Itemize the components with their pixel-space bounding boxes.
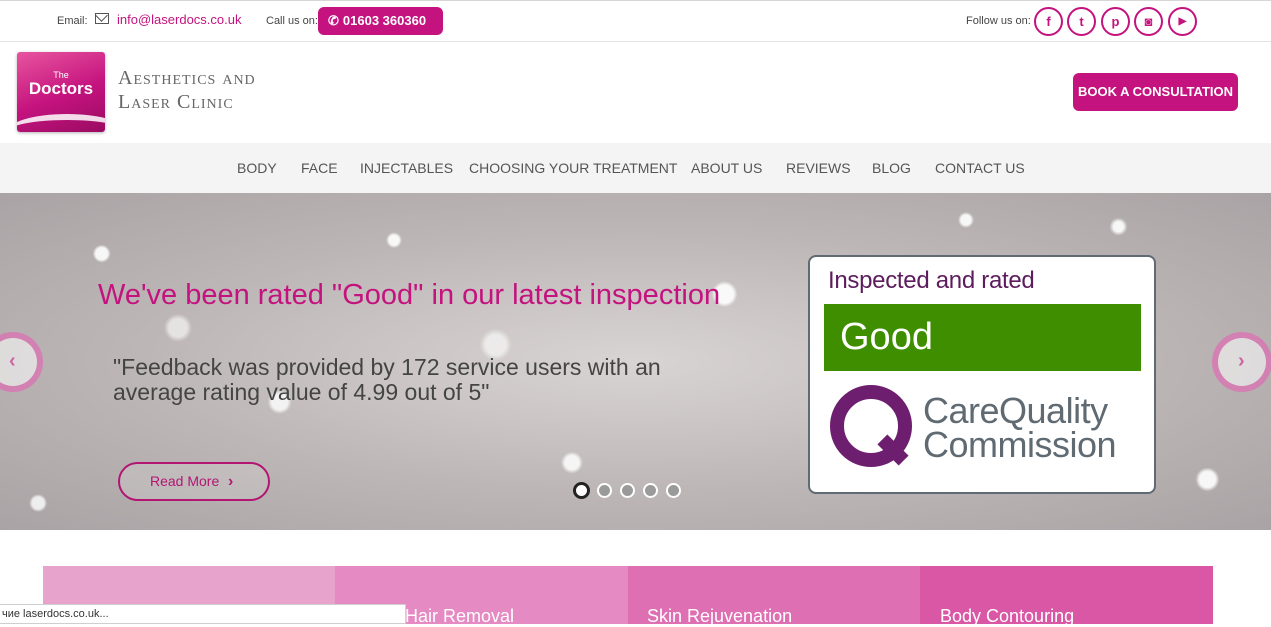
clinic-name-line-2: Laser Clinic [118,91,234,113]
nav-item-blog[interactable]: BLOG [872,160,911,176]
browser-status-bar: чие laserdocs.co.uk... [0,604,406,624]
slider-dot-4[interactable] [643,483,658,498]
read-more-label: Read More [150,473,220,489]
twitter-icon[interactable]: t [1067,7,1096,36]
logo-swoosh [17,114,105,132]
nav-item-choosing-your-treatment[interactable]: CHOOSING YOUR TREATMENT [469,160,677,176]
read-more-button[interactable]: Read More › [118,462,270,501]
logo-doctors-text: Doctors [28,79,94,98]
phone-number: 01603 360360 [342,13,427,28]
cqc-name-line-1: CareQuality [923,390,1108,431]
youtube-icon[interactable]: ▶ [1168,7,1197,36]
phone-button[interactable]: ✆ 01603 360360 [318,7,443,35]
nav-item-injectables[interactable]: INJECTABLES [360,160,453,176]
cqc-rating-badge: Good [824,304,1141,371]
hero-quote: "Feedback was provided by 172 service us… [113,354,661,405]
envelope-icon [95,13,109,24]
follow-label: Follow us on: [966,15,1031,27]
call-label: Call us on: [266,15,318,27]
slider-dot-3[interactable] [620,483,635,498]
main-nav: BODY FACE INJECTABLES CHOOSING YOUR TREA… [0,143,1271,193]
nav-item-body[interactable]: BODY [237,160,277,176]
chevron-right-icon: › [228,473,234,490]
slider-dot-2[interactable] [597,483,612,498]
clinic-name: Aesthetics and Laser Clinic [118,66,256,114]
chevron-right-icon: › [1238,350,1245,372]
slider-next-button[interactable]: › [1212,332,1271,392]
logo[interactable]: The Doctors [17,52,105,132]
nav-item-about-us[interactable]: ABOUT US [691,160,762,176]
email-link[interactable]: info@laserdocs.co.uk [117,12,241,27]
cqc-rating-card: Inspected and rated Good CareQuality Com… [808,255,1156,494]
pinterest-icon[interactable]: p [1101,7,1130,36]
site-header: The Doctors Aesthetics and Laser Clinic … [0,42,1271,143]
cqc-inspected-text: Inspected and rated [828,267,1035,294]
nav-item-contact-us[interactable]: CONTACT US [935,160,1025,176]
tile-skin-rejuvenation[interactable]: Skin Rejuvenation [628,566,921,626]
cqc-name-line-2: Commission [923,424,1117,465]
clinic-name-line-1: Aesthetics and [118,67,256,89]
slider-dot-5[interactable] [666,483,681,498]
cqc-name: CareQuality Commission [923,390,1117,465]
book-consultation-button[interactable]: BOOK A CONSULTATION [1073,73,1238,111]
instagram-icon[interactable]: ◙ [1134,7,1163,36]
slider-prev-button[interactable]: ‹ [0,332,43,392]
facebook-icon[interactable]: f [1034,7,1063,36]
phone-icon: ✆ [328,13,339,28]
hero-title: We've been rated "Good" in our latest in… [98,279,721,311]
hero-slider: We've been rated "Good" in our latest in… [0,193,1271,530]
top-bar: Email: info@laserdocs.co.uk Call us on: … [0,0,1271,42]
nav-item-reviews[interactable]: REVIEWS [786,160,851,176]
email-label: Email: [57,15,88,27]
nav-item-face[interactable]: FACE [301,160,338,176]
chevron-left-icon: ‹ [9,350,16,372]
tile-body-contouring[interactable]: Body Contouring [920,566,1213,626]
slider-dot-1[interactable] [573,482,590,499]
